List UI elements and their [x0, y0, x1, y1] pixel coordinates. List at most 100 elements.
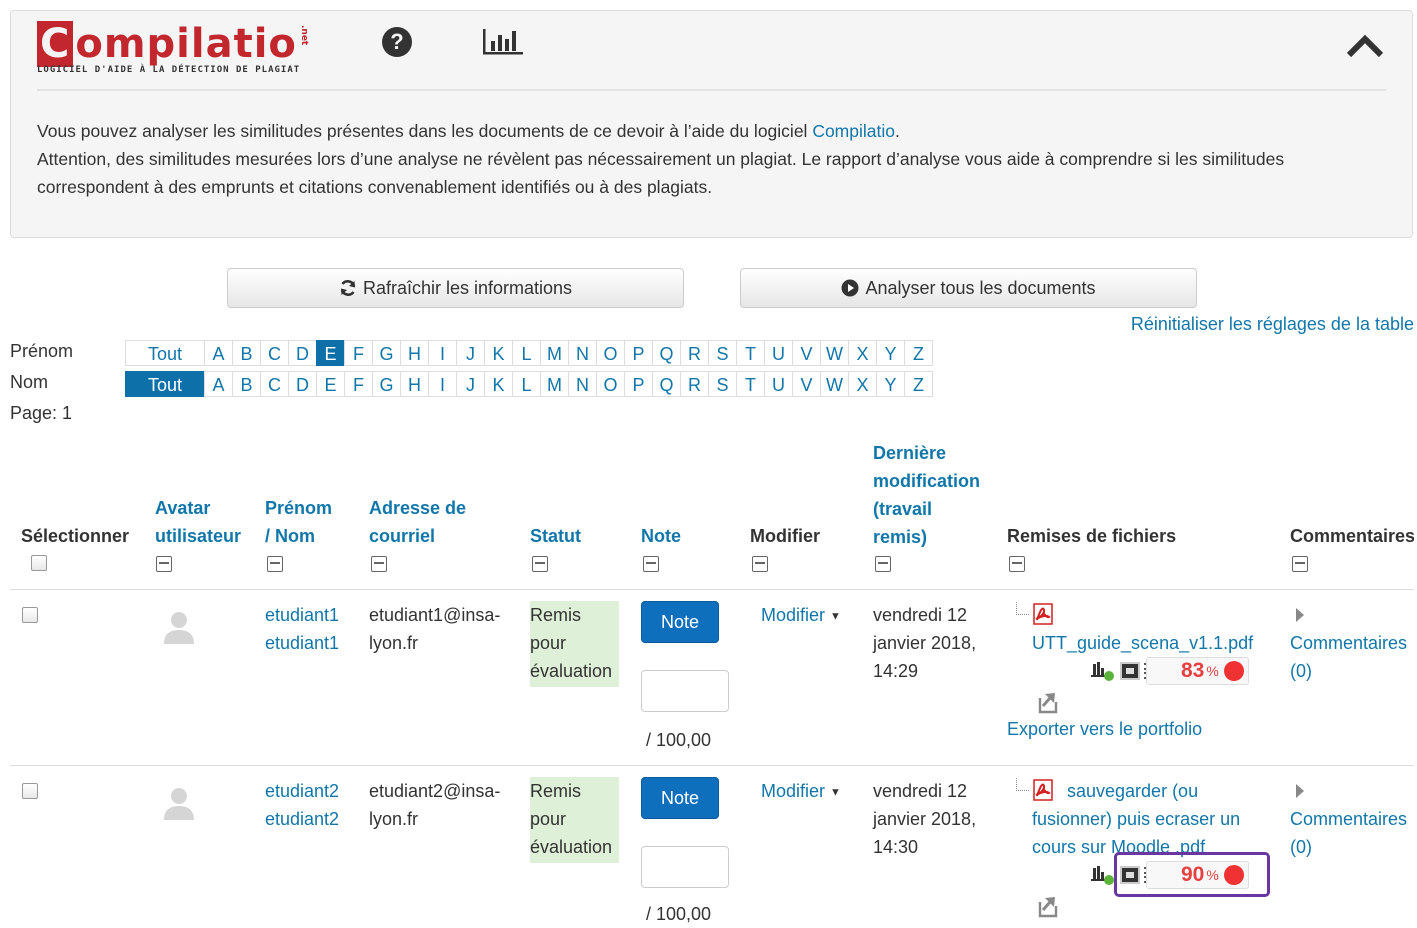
lastname-initial-d[interactable]: D [288, 371, 317, 397]
reset-table-preferences-link[interactable]: Réinitialiser les réglages de la table [1131, 314, 1414, 335]
hide-column-email-icon[interactable] [371, 556, 387, 572]
lastname-initial-q[interactable]: Q [652, 371, 681, 397]
expand-arrow-icon[interactable] [1296, 608, 1304, 622]
header-avatar[interactable]: Avatar utilisateur [155, 494, 241, 550]
lastname-initial-e[interactable]: E [316, 371, 345, 397]
lastname-initial-j[interactable]: J [456, 371, 485, 397]
comments-link[interactable]: Commentaires (0) [1290, 805, 1414, 861]
firstname-initial-i[interactable]: I [428, 340, 457, 366]
firstname-initial-h[interactable]: H [400, 340, 429, 366]
lastname-initial-v[interactable]: V [792, 371, 821, 397]
firstname-initial-e[interactable]: E [316, 340, 345, 366]
hide-column-edit-icon[interactable] [752, 556, 768, 572]
firstname-initial-n[interactable]: N [568, 340, 597, 366]
edit-menu-link[interactable]: Modifier ▼ [761, 605, 841, 626]
refresh-button[interactable]: Rafraîchir les informations [227, 268, 684, 308]
firstname-initial-f[interactable]: F [344, 340, 373, 366]
lastname-initial-s[interactable]: S [708, 371, 737, 397]
firstname-initial-l[interactable]: L [512, 340, 541, 366]
submitted-file-link[interactable]: sauvegarder (ou [1067, 777, 1198, 805]
lastname-initial-c[interactable]: C [260, 371, 289, 397]
lastname-initial-a[interactable]: A [204, 371, 233, 397]
lastname-initial-h[interactable]: H [400, 371, 429, 397]
firstname-initial-v[interactable]: V [792, 340, 821, 366]
grade-button[interactable]: Note [641, 601, 719, 643]
grade-input[interactable] [641, 846, 729, 888]
lastname-initial-r[interactable]: R [680, 371, 709, 397]
student-name-link[interactable]: etudiant1 etudiant1 [265, 601, 339, 657]
comments-link[interactable]: Commentaires (0) [1290, 629, 1414, 685]
hide-column-avatar-icon[interactable] [156, 556, 172, 572]
firstname-initial-j[interactable]: J [456, 340, 485, 366]
lastname-initial-g[interactable]: G [372, 371, 401, 397]
hide-column-grade-icon[interactable] [643, 556, 659, 572]
lastname-initial-u[interactable]: U [764, 371, 793, 397]
firstname-initial-z[interactable]: Z [904, 340, 933, 366]
grade-input[interactable] [641, 670, 729, 712]
firstname-initial-d[interactable]: D [288, 340, 317, 366]
firstname-initial-all[interactable]: Tout [125, 340, 205, 366]
statistics-icon[interactable] [481, 27, 525, 62]
lastname-initial-b[interactable]: B [232, 371, 261, 397]
lastname-initial-i[interactable]: I [428, 371, 457, 397]
header-name[interactable]: Prénom / Nom [265, 494, 332, 550]
lastname-initial-w[interactable]: W [820, 371, 849, 397]
firstname-initial-r[interactable]: R [680, 340, 709, 366]
lastname-initial-p[interactable]: P [624, 371, 653, 397]
firstname-initial-w[interactable]: W [820, 340, 849, 366]
lastname-initial-t[interactable]: T [736, 371, 765, 397]
select-all-checkbox[interactable] [31, 555, 47, 571]
firstname-initial-c[interactable]: C [260, 340, 289, 366]
lastname-initial-n[interactable]: N [568, 371, 597, 397]
compilatio-score-badge[interactable]: 83% [1090, 657, 1249, 685]
compilatio-link[interactable]: Compilatio [812, 121, 895, 141]
hide-column-files-icon[interactable] [1009, 556, 1025, 572]
lastname-initial-x[interactable]: X [848, 371, 877, 397]
user-avatar-icon[interactable] [162, 608, 196, 646]
lastname-initial-k[interactable]: K [484, 371, 513, 397]
grade-button[interactable]: Note [641, 777, 719, 819]
lastname-initial-z[interactable]: Z [904, 371, 933, 397]
row-select-checkbox[interactable] [22, 607, 38, 623]
hide-column-name-icon[interactable] [267, 556, 283, 572]
submitted-file-link[interactable]: UTT_guide_scena_v1.1.pdf [1032, 629, 1253, 657]
lastname-initial-l[interactable]: L [512, 371, 541, 397]
header-grade[interactable]: Note [641, 522, 681, 550]
header-last-modified[interactable]: Dernière modification (travail remis) [873, 439, 980, 551]
header-email[interactable]: Adresse de courriel [369, 494, 466, 550]
firstname-initial-y[interactable]: Y [876, 340, 905, 366]
lastname-initial-o[interactable]: O [596, 371, 625, 397]
export-portfolio-link[interactable]: Exporter vers le portfolio [1007, 715, 1202, 743]
firstname-initial-u[interactable]: U [764, 340, 793, 366]
edit-menu-link[interactable]: Modifier ▼ [761, 781, 841, 802]
lastname-initial-all[interactable]: Tout [125, 371, 205, 397]
hide-column-status-icon[interactable] [532, 556, 548, 572]
firstname-initial-m[interactable]: M [540, 340, 569, 366]
firstname-initial-s[interactable]: S [708, 340, 737, 366]
lastname-initial-y[interactable]: Y [876, 371, 905, 397]
hide-column-comments-icon[interactable] [1292, 556, 1308, 572]
firstname-initial-x[interactable]: X [848, 340, 877, 366]
expand-arrow-icon[interactable] [1296, 784, 1304, 798]
hide-column-modified-icon[interactable] [875, 556, 891, 572]
lastname-initial-f[interactable]: F [344, 371, 373, 397]
lastname-initial-m[interactable]: M [540, 371, 569, 397]
student-name-link[interactable]: etudiant2 etudiant2 [265, 777, 339, 833]
row-select-checkbox[interactable] [22, 783, 38, 799]
firstname-initial-q[interactable]: Q [652, 340, 681, 366]
header-status[interactable]: Statut [530, 522, 581, 550]
chevron-up-icon[interactable] [1345, 31, 1385, 64]
firstname-initial-a[interactable]: A [204, 340, 233, 366]
user-avatar-icon[interactable] [162, 784, 196, 822]
submitted-file-link-line[interactable]: fusionner) puis ecraser un [1032, 805, 1240, 833]
firstname-initial-p[interactable]: P [624, 340, 653, 366]
upload-icon[interactable] [1036, 894, 1060, 918]
firstname-initial-k[interactable]: K [484, 340, 513, 366]
help-icon[interactable]: ? [382, 27, 412, 57]
firstname-initial-g[interactable]: G [372, 340, 401, 366]
firstname-initial-t[interactable]: T [736, 340, 765, 366]
firstname-initial-o[interactable]: O [596, 340, 625, 366]
analyze-all-button[interactable]: Analyser tous les documents [740, 268, 1197, 308]
firstname-initial-b[interactable]: B [232, 340, 261, 366]
upload-icon[interactable] [1036, 690, 1060, 714]
